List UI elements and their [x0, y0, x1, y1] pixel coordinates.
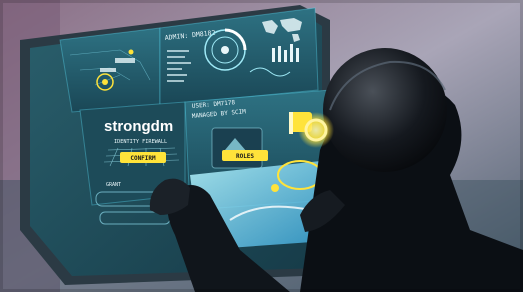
confirm-button[interactable]: CONFIRM	[120, 152, 166, 163]
subtitle: IDENTITY FIREWALL	[114, 139, 167, 145]
brand-logo: strongdm	[104, 118, 173, 135]
confirm-button-label: CONFIRM	[130, 155, 156, 162]
roles-button[interactable]: ROLES	[222, 150, 268, 161]
scene: ADMIN: DM8182 strongdm IDENTITY FIREWALL	[0, 0, 523, 292]
helmet	[323, 48, 447, 172]
grant-label: GRANT	[106, 182, 121, 188]
roles-button-label: ROLES	[236, 153, 254, 160]
illustration: ADMIN: DM8182 strongdm IDENTITY FIREWALL	[0, 0, 523, 292]
